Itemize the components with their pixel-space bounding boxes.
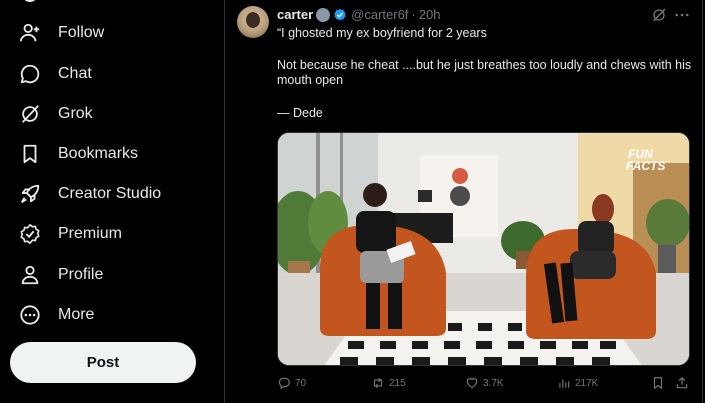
sidebar-item-grok[interactable]: Grok [8, 94, 93, 134]
repost-button[interactable]: 215 [371, 376, 406, 390]
sidebar-item-label: Bookmarks [58, 145, 139, 162]
tweet-media[interactable]: FUN FACTS [277, 132, 690, 366]
person-icon [18, 263, 42, 287]
tweet-text-line: Not because he cheat ....but he just bre… [277, 58, 692, 72]
grok-icon [18, 102, 42, 126]
avatar[interactable] [237, 6, 269, 38]
sidebar-item-creator-studio[interactable]: Creator Studio [8, 174, 161, 214]
bookmark-icon [18, 142, 42, 166]
more-options-icon[interactable] [673, 6, 691, 24]
column-divider [702, 0, 703, 403]
author-handle[interactable]: @carter6f [351, 7, 408, 22]
add-person-icon [18, 21, 42, 45]
bookmark-button[interactable] [651, 376, 665, 390]
tweet-text-line: mouth open [277, 73, 344, 87]
views-count: 217K [575, 377, 599, 389]
sidebar-item-chat[interactable]: Chat [8, 54, 92, 94]
share-button[interactable] [675, 376, 689, 390]
sidebar-item-label: Premium [58, 225, 123, 242]
separator: · [411, 7, 416, 22]
sidebar-item-more[interactable]: More [8, 295, 94, 335]
reply-icon [278, 377, 290, 389]
home-icon[interactable] [18, 0, 42, 6]
emoji-badge-icon [316, 7, 331, 22]
views-chart-icon [559, 379, 570, 388]
sidebar-item-label: More [58, 306, 95, 323]
sidebar-item-bookmarks[interactable]: Bookmarks [8, 134, 138, 174]
like-count: 3.7K [483, 377, 504, 389]
tweet-text-line: — Dede [277, 106, 323, 120]
author-name[interactable]: carter [277, 7, 313, 22]
timestamp[interactable]: 20h [419, 7, 441, 22]
post-button[interactable]: Post [10, 342, 196, 383]
share-icon [676, 377, 688, 389]
repost-icon [373, 377, 383, 389]
reply-button[interactable]: 70 [277, 376, 306, 390]
sidebar-item-label: Profile [58, 266, 104, 283]
grok-icon[interactable] [651, 7, 667, 23]
rocket-icon [18, 182, 42, 206]
tweet[interactable]: carter @carter6f · 20h “I ghosted my ex … [225, 0, 702, 403]
sidebar-item-label: Grok [58, 105, 93, 122]
views-button[interactable]: 217K [557, 376, 598, 390]
video-thumbnail: FUN FACTS [278, 133, 689, 365]
like-button[interactable]: 3.7K [465, 376, 504, 390]
sidebar-item-label: Creator Studio [58, 185, 162, 202]
sidebar-item-label: Follow [58, 24, 105, 41]
reply-count: 70 [295, 377, 307, 389]
sidebar-item-profile[interactable]: Profile [8, 255, 103, 295]
bookmark-icon [653, 377, 663, 389]
sidebar-item-premium[interactable]: Premium [8, 214, 122, 254]
tweet-text-line: “I ghosted my ex boyfriend for 2 years [277, 26, 487, 40]
repost-count: 215 [389, 377, 406, 389]
tweet-actions: 70 215 3.7K 217K [277, 376, 693, 394]
chat-bubble-icon [18, 62, 42, 86]
heart-icon [466, 378, 478, 389]
premium-badge-icon [18, 222, 42, 246]
sidebar-item-label: Chat [58, 65, 92, 82]
sidebar: Follow Chat Grok Bookmarks Creator Studi… [0, 0, 224, 403]
sidebar-item-follow[interactable]: Follow [8, 13, 104, 53]
verified-badge-icon [333, 8, 347, 22]
media-overlay-text: FACTS [626, 159, 665, 173]
tweet-header: carter @carter6f · 20h [277, 7, 440, 22]
more-circle-icon [18, 303, 42, 327]
